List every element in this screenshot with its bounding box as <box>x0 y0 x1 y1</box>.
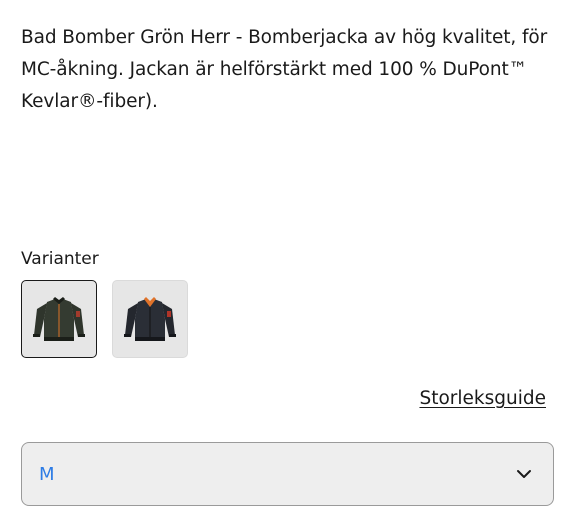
size-guide-link[interactable]: Storleksguide <box>419 388 546 409</box>
product-description: Bad Bomber Grön Herr - Bomberjacka av hö… <box>21 27 548 112</box>
jacket-black-image <box>124 297 176 341</box>
size-select-value: M <box>39 463 55 485</box>
product-page: Bad Bomber Grön Herr - Bomberjacka av hö… <box>0 0 575 516</box>
variant-list <box>21 280 188 358</box>
jacket-green-image <box>33 297 85 341</box>
chevron-down-icon <box>515 465 533 483</box>
variant-green-jacket[interactable] <box>21 280 97 358</box>
variant-black-jacket[interactable] <box>112 280 188 358</box>
size-select[interactable]: M <box>21 442 554 506</box>
variants-heading: Varianter <box>21 249 99 269</box>
